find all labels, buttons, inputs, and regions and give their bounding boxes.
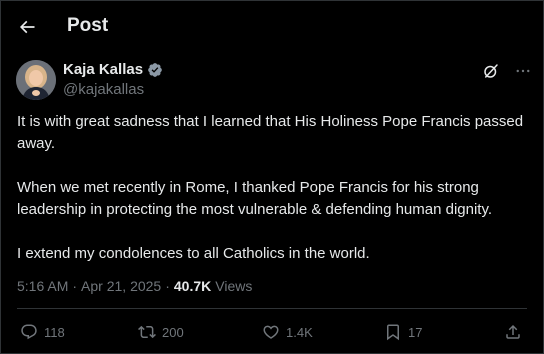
author-name-row: Kaja Kallas	[63, 61, 163, 78]
reply-icon	[21, 324, 37, 340]
reply-count: 118	[44, 324, 65, 340]
post-paragraph: When we met recently in Rome, I thanked …	[17, 179, 493, 218]
reply-button[interactable]: 118	[20, 320, 65, 344]
views-label: Views	[215, 278, 253, 294]
arrow-left-icon	[19, 20, 35, 34]
repost-button[interactable]: 200	[138, 320, 184, 344]
post-meta: 5:16 AM · Apr 21, 2025 · 40.7K Views	[17, 278, 252, 294]
bookmark-icon	[387, 324, 399, 341]
author-display-name[interactable]: Kaja Kallas	[63, 61, 143, 78]
grok-button[interactable]	[482, 62, 500, 80]
grok-icon	[484, 64, 498, 78]
repost-count: 200	[162, 324, 184, 340]
post-date[interactable]: Apr 21, 2025	[81, 278, 161, 294]
post-paragraph: It is with great sadness that I learned …	[17, 113, 524, 152]
post-text: It is with great sadness that I learned …	[17, 111, 529, 265]
post-time[interactable]: 5:16 AM	[17, 278, 68, 294]
post-action-bar: 118 200 1.4K 17	[20, 320, 525, 344]
divider	[17, 308, 527, 309]
bookmark-count: 17	[408, 324, 423, 340]
meta-separator: ·	[165, 278, 170, 294]
avatar[interactable]	[16, 60, 56, 100]
heart-icon	[263, 325, 279, 339]
like-count: 1.4K	[286, 324, 313, 340]
page-title: Post	[67, 15, 109, 36]
meta-separator: ·	[72, 278, 78, 294]
share-icon	[506, 324, 520, 339]
post-paragraph: I extend my condolences to all Catholics…	[17, 245, 370, 262]
bookmark-button[interactable]: 17	[384, 320, 422, 344]
more-options-button[interactable]	[514, 62, 532, 80]
avatar-image	[16, 60, 56, 100]
author-handle[interactable]: @kajakallas	[63, 81, 144, 98]
verified-badge-icon	[148, 62, 162, 77]
post-top-actions	[482, 62, 532, 80]
share-button[interactable]	[504, 320, 522, 344]
post-header: Post	[0, 0, 544, 53]
views-count: 40.7K	[173, 278, 212, 294]
repost-icon	[138, 325, 156, 339]
like-button[interactable]: 1.4K	[262, 320, 313, 344]
more-horizontal-icon	[516, 69, 530, 73]
back-button[interactable]	[12, 12, 42, 42]
